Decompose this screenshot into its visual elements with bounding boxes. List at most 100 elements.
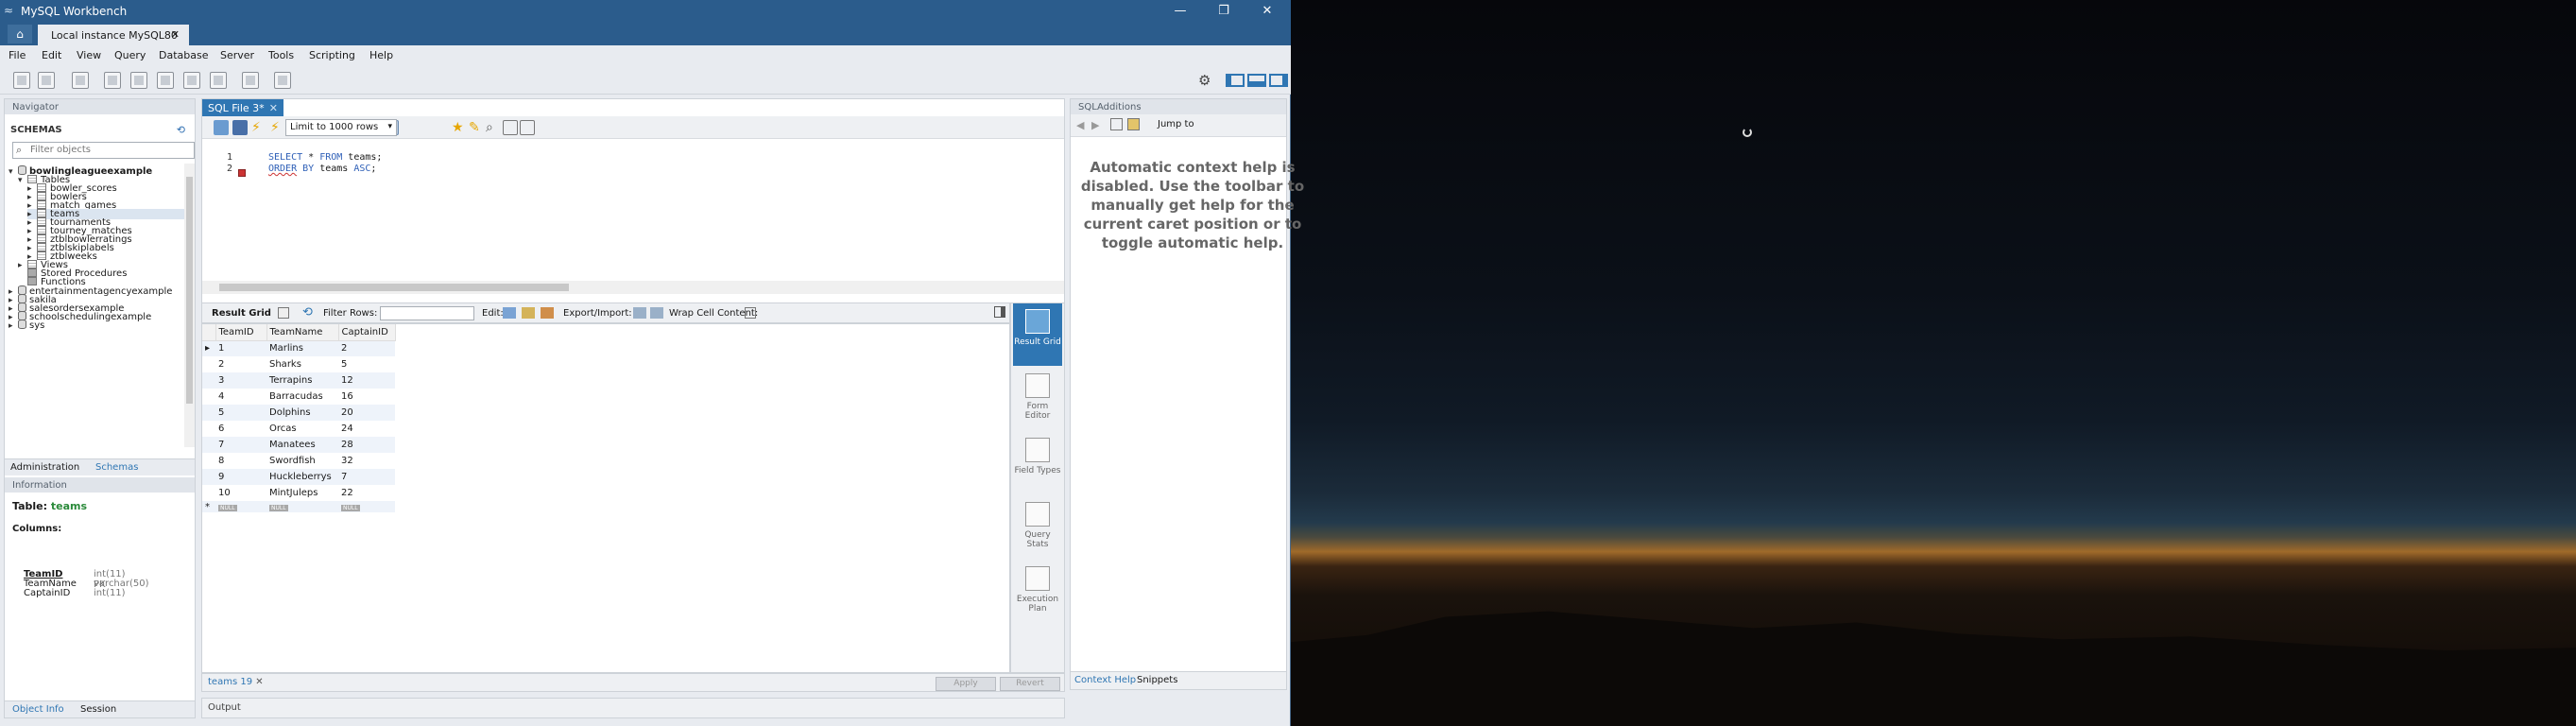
close-tab-icon[interactable]: ✕	[269, 102, 278, 114]
tab-object-info[interactable]: Object Info	[12, 704, 64, 715]
minimize-button[interactable]: —	[1159, 0, 1202, 23]
toggle-panel-icon[interactable]	[994, 306, 1005, 318]
table-row[interactable]: 4 Barracudas 16	[202, 389, 395, 405]
cell[interactable]: 32	[338, 453, 395, 469]
cell[interactable]: Swordfish	[266, 453, 338, 469]
forward-icon[interactable]: ▶	[1091, 119, 1099, 131]
sql-line-2[interactable]: ORDER BY teams ASC;	[268, 164, 376, 174]
result-grid-button[interactable]: Result Grid	[1013, 303, 1062, 366]
table-row[interactable]: 10 MintJuleps 22	[202, 485, 395, 501]
home-tab[interactable]: ⌂	[8, 25, 32, 43]
maximize-button[interactable]: ❐	[1202, 0, 1245, 23]
cell[interactable]: 10	[215, 485, 266, 501]
cell[interactable]: Terrapins	[266, 372, 338, 389]
filter-objects-input[interactable]: ⌕ Filter objects	[12, 142, 195, 159]
cell[interactable]: 12	[338, 372, 395, 389]
menu-query[interactable]: Query	[114, 49, 146, 61]
menu-database[interactable]: Database	[159, 49, 209, 61]
menu-scripting[interactable]: Scripting	[309, 49, 355, 61]
add-row-icon[interactable]	[522, 307, 535, 319]
search-table-data-icon[interactable]	[242, 72, 259, 89]
cell[interactable]: Marlins	[266, 340, 338, 356]
menu-help[interactable]: Help	[369, 49, 393, 61]
editor-horizontal-scrollbar[interactable]	[202, 281, 1064, 294]
cell[interactable]: Orcas	[266, 421, 338, 437]
cell[interactable]: 22	[338, 485, 395, 501]
table-row[interactable]: ▸ 1 Marlins 2	[202, 340, 395, 356]
table-row[interactable]: 9 Huckleberrys 7	[202, 469, 395, 485]
toggle-sqladditions-icon[interactable]	[1269, 74, 1288, 87]
cell[interactable]: 9	[215, 469, 266, 485]
delete-row-icon[interactable]	[541, 307, 554, 319]
sql-line-1[interactable]: SELECT * FROM teams;	[268, 152, 382, 163]
cell[interactable]: Sharks	[266, 356, 338, 372]
cell[interactable]: 16	[338, 389, 395, 405]
new-row[interactable]: * NULL NULL NULL	[202, 501, 395, 512]
settings-gear-icon[interactable]: ⚙	[1198, 72, 1211, 89]
table-row[interactable]: 8 Swordfish 32	[202, 453, 395, 469]
inspector-icon[interactable]	[72, 72, 89, 89]
wrap-lines-icon[interactable]	[520, 120, 535, 135]
tab-administration[interactable]: Administration	[10, 462, 79, 473]
menu-server[interactable]: Server	[220, 49, 254, 61]
create-schema-icon[interactable]	[104, 72, 121, 89]
invisible-chars-icon[interactable]	[503, 120, 518, 135]
close-tab-icon[interactable]: ✕	[171, 28, 180, 41]
manual-help-icon[interactable]	[1110, 118, 1123, 130]
execute-icon[interactable]: ⚡	[251, 120, 266, 135]
back-icon[interactable]: ◀	[1076, 119, 1084, 131]
tab-snippets[interactable]: Snippets	[1137, 675, 1177, 685]
cell[interactable]: 4	[215, 389, 266, 405]
cell[interactable]: MintJuleps	[266, 485, 338, 501]
cell[interactable]: 6	[215, 421, 266, 437]
scrollbar-thumb[interactable]	[219, 284, 569, 291]
result-tab[interactable]: teams 19 ✕	[208, 677, 264, 687]
create-table-icon[interactable]	[130, 72, 147, 89]
filter-rows-input[interactable]	[380, 306, 474, 320]
form-editor-button[interactable]: Form Editor	[1013, 368, 1062, 430]
cell[interactable]: 5	[215, 405, 266, 421]
execute-current-icon[interactable]: ⚡	[270, 120, 285, 135]
wrap-cell-icon[interactable]	[745, 307, 756, 319]
table-row[interactable]: 7 Manatees 28	[202, 437, 395, 453]
toggle-sidebar-icon[interactable]	[1226, 74, 1245, 87]
open-sql-script-icon[interactable]	[38, 72, 55, 89]
query-stats-button[interactable]: Query Stats	[1013, 496, 1062, 559]
cell[interactable]: 1	[215, 340, 266, 356]
limit-rows-select[interactable]: Limit to 1000 rows	[285, 119, 397, 136]
jump-to-select[interactable]: Jump to	[1158, 119, 1194, 130]
cell[interactable]: Barracudas	[266, 389, 338, 405]
connection-tab[interactable]: Local instance MySQL80 ✕	[38, 25, 189, 45]
cell[interactable]: 7	[215, 437, 266, 453]
field-types-button[interactable]: Field Types	[1013, 432, 1062, 494]
toggle-output-icon[interactable]	[1247, 74, 1266, 87]
import-icon[interactable]	[650, 307, 663, 319]
export-icon[interactable]	[633, 307, 646, 319]
create-function-icon[interactable]	[210, 72, 227, 89]
tab-schemas[interactable]: Schemas	[95, 462, 138, 473]
cell[interactable]: 28	[338, 437, 395, 453]
reconnect-icon[interactable]	[274, 72, 291, 89]
open-file-icon[interactable]	[214, 120, 229, 135]
output-panel-header[interactable]: Output	[201, 698, 1065, 718]
cell[interactable]: Huckleberrys	[266, 469, 338, 485]
cell[interactable]: 2	[338, 340, 395, 356]
sql-file-tab[interactable]: SQL File 3* ✕	[202, 99, 283, 116]
execution-plan-button[interactable]: Execution Plan	[1013, 561, 1062, 623]
cell[interactable]: 3	[215, 372, 266, 389]
cell[interactable]: 7	[338, 469, 395, 485]
new-sql-tab-icon[interactable]	[13, 72, 30, 89]
column-header[interactable]: TeamID	[215, 324, 267, 341]
create-view-icon[interactable]	[157, 72, 174, 89]
grid-icon[interactable]	[278, 307, 289, 319]
edit-row-icon[interactable]	[503, 307, 516, 319]
cell[interactable]: 2	[215, 356, 266, 372]
tab-context-help[interactable]: Context Help	[1074, 675, 1136, 685]
cell[interactable]: 24	[338, 421, 395, 437]
column-header[interactable]: CaptainID	[338, 324, 396, 341]
table-row[interactable]: 6 Orcas 24	[202, 421, 395, 437]
apply-button[interactable]: Apply	[936, 677, 996, 691]
revert-button[interactable]: Revert	[1000, 677, 1060, 691]
schema-node[interactable]: ▸ sys	[9, 320, 44, 331]
refresh-schemas-icon[interactable]: ⟲	[177, 124, 185, 136]
